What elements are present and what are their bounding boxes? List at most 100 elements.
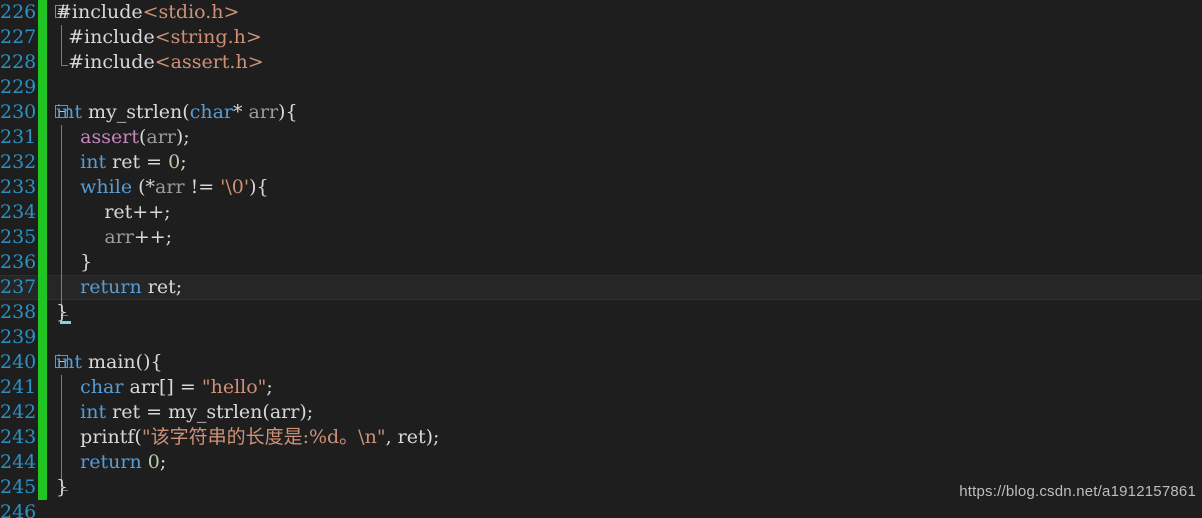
change-bar — [38, 75, 47, 100]
token-hdr: <assert.h> — [154, 51, 264, 73]
token-punct: } — [56, 251, 93, 273]
token-kw: int — [80, 151, 107, 173]
token-hdr: <string.h> — [154, 26, 262, 48]
code-lines-container[interactable]: 226 #include<stdio.h> 227 #include<string.… — [0, 0, 1202, 518]
code-text[interactable]: printf("该字符串的长度是:%d。\n", ret); — [56, 425, 439, 450]
line-number: 232 — [0, 151, 37, 173]
code-line[interactable]: 229 — [0, 75, 1202, 100]
token-punct: = — [140, 151, 169, 173]
token-punct: ( — [182, 101, 190, 123]
code-line[interactable]: 227 #include<string.h> — [0, 25, 1202, 50]
code-line[interactable]: 233 while (*arr != '\0'){ — [0, 175, 1202, 200]
code-text[interactable]: while (*arr != '\0'){ — [56, 175, 269, 200]
token-var: arr — [104, 226, 134, 248]
token-num: 0 — [168, 151, 181, 173]
token-pp: #include — [68, 26, 155, 48]
token-punct: , — [385, 426, 398, 448]
token-str: '\0' — [220, 176, 250, 198]
token-punct: ); — [299, 401, 314, 423]
code-line[interactable]: 231 assert(arr); — [0, 125, 1202, 150]
token-punct: ; — [266, 376, 273, 398]
line-number: 238 — [0, 301, 37, 323]
token-punct — [56, 276, 80, 298]
code-line[interactable]: 234 ret++; — [0, 200, 1202, 225]
code-line[interactable]: 238} — [0, 300, 1202, 325]
token-kw: return — [80, 276, 142, 298]
line-number: 239 — [0, 326, 37, 348]
token-punct — [56, 451, 80, 473]
token-punct: ); — [425, 426, 440, 448]
token-var: arr — [155, 176, 185, 198]
code-line[interactable]: 246 — [0, 500, 1202, 518]
line-number: 245 — [0, 476, 37, 498]
token-punct: ( — [134, 426, 142, 448]
line-number: 229 — [0, 76, 37, 98]
token-punct — [56, 226, 104, 248]
token-punct: (* — [132, 176, 156, 198]
code-text[interactable]: int my_strlen(char* arr){ — [56, 100, 298, 125]
code-line[interactable]: 242 int ret = my_strlen(arr); — [0, 400, 1202, 425]
code-text[interactable]: assert(arr); — [56, 125, 190, 150]
token-punct — [56, 26, 68, 48]
code-text[interactable]: #include<assert.h> — [56, 50, 264, 75]
code-text[interactable]: return 0; — [56, 450, 166, 475]
code-text[interactable]: int ret = 0; — [56, 150, 187, 175]
code-line[interactable]: 226 #include<stdio.h> — [0, 0, 1202, 25]
code-line[interactable]: 243 printf("该字符串的长度是:%d。\n", ret); — [0, 425, 1202, 450]
token-pp: #include — [56, 1, 143, 23]
change-bar — [38, 375, 47, 400]
change-bar — [38, 300, 47, 325]
line-number: 233 — [0, 176, 37, 198]
token-punct: ; — [175, 276, 183, 298]
code-line[interactable]: 239 — [0, 325, 1202, 350]
token-kw: while — [80, 176, 133, 198]
code-text[interactable]: ret++; — [56, 200, 170, 225]
token-str: "hello" — [201, 376, 267, 398]
token-punct: ){ — [249, 176, 269, 198]
token-var: arr — [248, 101, 279, 123]
code-text[interactable]: } — [56, 475, 68, 500]
code-line[interactable]: 237 return ret; — [0, 275, 1202, 300]
change-bar — [38, 250, 47, 275]
token-fn: my_strlen — [88, 101, 183, 123]
token-id: arr — [269, 401, 300, 423]
change-bar — [38, 50, 47, 75]
code-text[interactable]: return ret; — [56, 275, 182, 300]
change-bar — [38, 0, 47, 25]
code-line[interactable]: 241 char arr[] = "hello"; — [0, 375, 1202, 400]
token-fn: main — [88, 351, 136, 373]
change-bar — [38, 175, 47, 200]
token-punct: } — [56, 301, 69, 323]
code-line[interactable]: 228 #include<assert.h> — [0, 50, 1202, 75]
token-punct — [56, 401, 80, 423]
code-line[interactable]: 240 int main(){ — [0, 350, 1202, 375]
code-line[interactable]: 236 } — [0, 250, 1202, 275]
code-text[interactable]: #include<stdio.h> — [56, 0, 239, 25]
token-punct: [] = — [159, 376, 202, 398]
token-punct: ; — [180, 151, 187, 173]
code-text[interactable]: #include<string.h> — [56, 25, 262, 50]
line-number: 230 — [0, 101, 37, 123]
code-text[interactable]: } — [56, 250, 92, 275]
code-line[interactable]: 232 int ret = 0; — [0, 150, 1202, 175]
token-punct — [56, 176, 80, 198]
code-text[interactable]: int main(){ — [56, 350, 163, 375]
change-bar — [38, 425, 47, 450]
token-id: ret — [112, 151, 141, 173]
fold-empty — [54, 500, 76, 518]
code-text[interactable]: char arr[] = "hello"; — [56, 375, 273, 400]
token-id: arr — [129, 376, 160, 398]
token-id: ret — [104, 201, 133, 223]
token-punct: } — [56, 476, 69, 498]
token-id: ret — [397, 426, 426, 448]
code-line[interactable]: 235 arr++; — [0, 225, 1202, 250]
code-line[interactable]: 230 int my_strlen(char* arr){ — [0, 100, 1202, 125]
code-text[interactable]: arr++; — [56, 225, 172, 250]
line-number: 231 — [0, 126, 37, 148]
line-number: 241 — [0, 376, 37, 398]
code-line[interactable]: 244 return 0; — [0, 450, 1202, 475]
line-number: 244 — [0, 451, 37, 473]
code-text[interactable]: int ret = my_strlen(arr); — [56, 400, 313, 425]
code-editor[interactable]: 226 #include<stdio.h> 227 #include<string.… — [0, 0, 1202, 518]
token-punct — [56, 51, 68, 73]
